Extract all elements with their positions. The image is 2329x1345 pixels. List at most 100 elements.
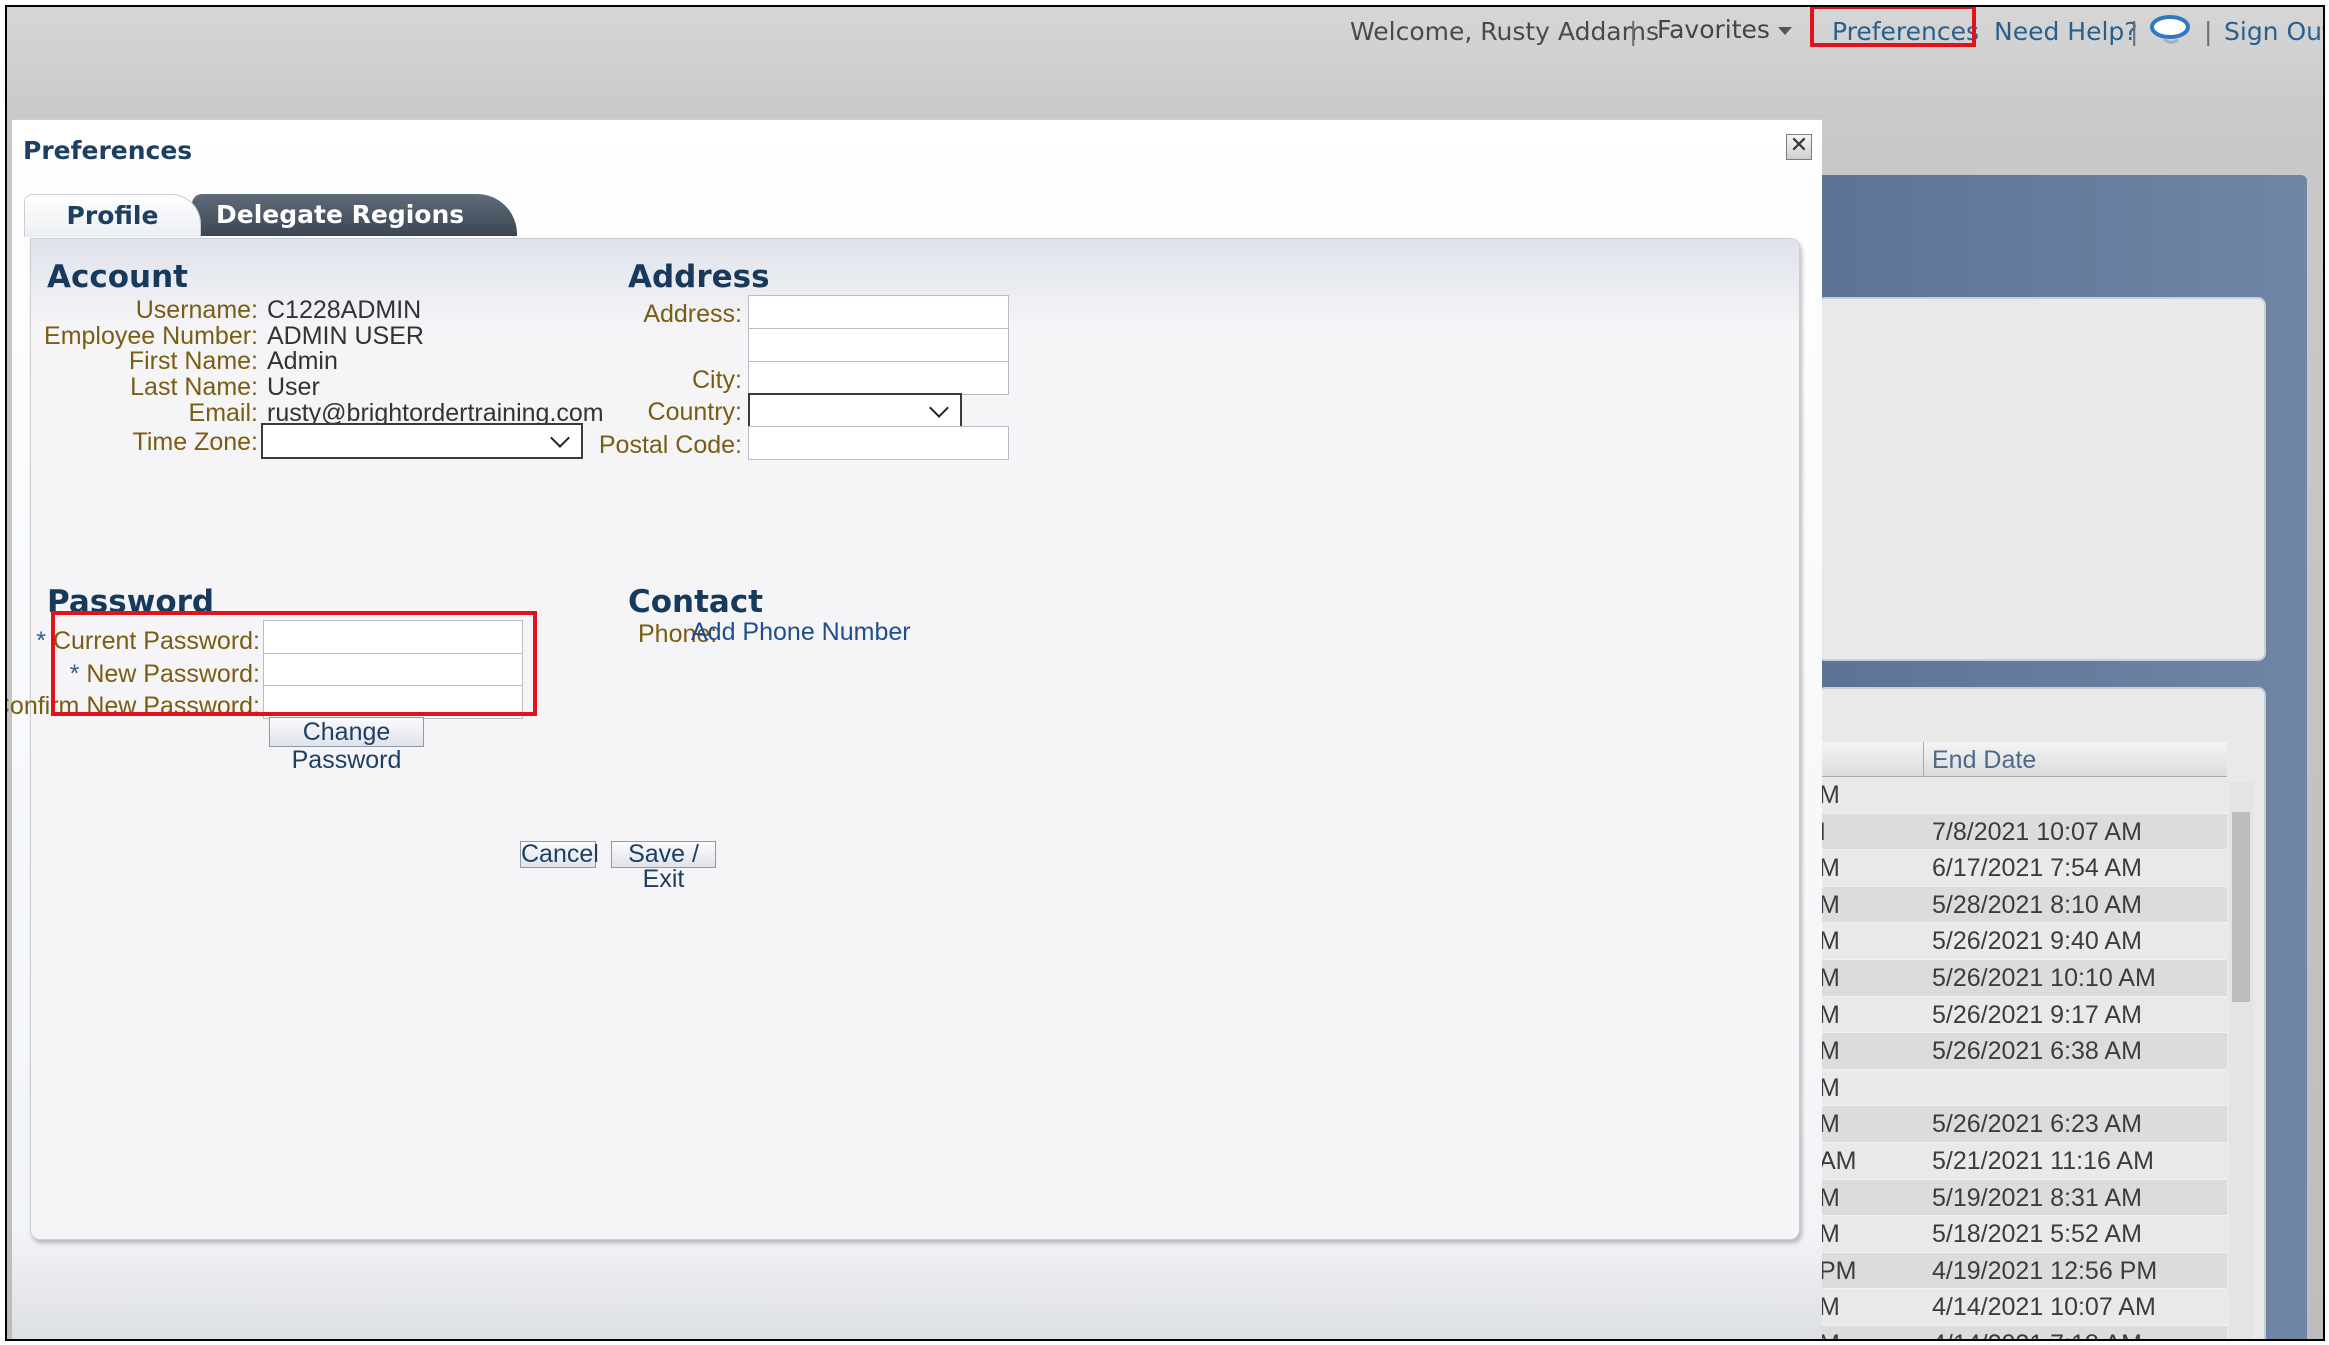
address-line2-input[interactable]	[748, 328, 1009, 362]
table-row[interactable]: M 4/14/2021 7:18 AM	[1817, 1325, 2227, 1339]
table-row[interactable]: M 5/28/2021 8:10 AM	[1817, 886, 2227, 924]
chat-bubble-icon[interactable]	[2150, 15, 2190, 45]
time-zone-select[interactable]	[261, 423, 583, 459]
dialog-title: Preferences	[23, 136, 193, 165]
end-date-cell: 4/19/2021 12:56 PM	[1932, 1256, 2158, 1285]
table-cell: M	[1819, 1330, 1840, 1339]
favorites-menu[interactable]: Favorites	[1657, 15, 1792, 44]
favorites-label: Favorites	[1657, 15, 1770, 44]
first-name-label: First Name:	[128, 347, 258, 375]
table-scrollbar[interactable]	[2229, 782, 2253, 1339]
table-header-cell	[1817, 742, 1924, 776]
username-value: C1228ADMIN	[267, 296, 422, 324]
table-row[interactable]: M	[1817, 777, 2227, 814]
table-cell: AM	[1819, 1146, 1857, 1175]
end-date-cell: 5/28/2021 8:10 AM	[1932, 890, 2142, 919]
table-cell: M	[1819, 890, 1840, 919]
table-cell: M	[1819, 1110, 1840, 1139]
postal-code-input[interactable]	[748, 426, 1009, 460]
table-row[interactable]: M 4/14/2021 10:07 AM	[1817, 1289, 2227, 1326]
password-highlight-box	[51, 611, 537, 716]
table-row[interactable]: M 5/26/2021 9:40 AM	[1817, 923, 2227, 960]
background-table: End Date M I 7/8/2021 10:07 AM M 6/17/2021 7…	[1817, 742, 2227, 1339]
last-name-value: User	[267, 373, 320, 401]
table-row[interactable]: M 5/19/2021 8:31 AM	[1817, 1179, 2227, 1217]
country-label: Country:	[647, 398, 742, 426]
tab-profile[interactable]: Profile	[24, 194, 201, 237]
table-cell: M	[1819, 854, 1840, 883]
scrollbar-thumb[interactable]	[2232, 812, 2250, 1002]
separator: |	[2130, 17, 2139, 46]
table-row[interactable]: M 5/26/2021 10:10 AM	[1817, 959, 2227, 997]
table-row[interactable]: I 7/8/2021 10:07 AM	[1817, 813, 2227, 851]
top-navigation-bar: Welcome, Rusty Addams | Favorites Prefer…	[7, 7, 2323, 65]
contact-heading: Contact	[628, 584, 764, 620]
end-date-cell: 5/26/2021 6:23 AM	[1932, 1110, 2142, 1139]
table-row[interactable]: AM 5/21/2021 11:16 AM	[1817, 1143, 2227, 1180]
username-label: Username:	[135, 296, 258, 324]
table-row[interactable]: M 5/26/2021 9:17 AM	[1817, 997, 2227, 1034]
address-heading: Address	[628, 259, 770, 295]
save-exit-button[interactable]: Save / Exit	[611, 841, 716, 892]
preferences-highlight-box	[1810, 7, 1976, 47]
end-date-cell: 6/17/2021 7:54 AM	[1932, 854, 2142, 883]
chevron-down-icon	[550, 428, 570, 448]
table-cell: M	[1819, 1000, 1840, 1029]
end-date-column-header[interactable]: End Date	[1932, 746, 2036, 775]
close-icon[interactable]: ✕	[1786, 134, 1812, 160]
email-label: Email:	[188, 399, 258, 427]
table-body: M I 7/8/2021 10:07 AM M 6/17/2021 7:54 AM M 5/…	[1817, 777, 2227, 1339]
end-date-cell: 4/14/2021 7:18 AM	[1932, 1330, 2142, 1339]
table-cell: M	[1819, 781, 1840, 809]
table-cell: M	[1819, 1037, 1840, 1066]
city-input[interactable]	[748, 361, 1009, 395]
first-name-value: Admin	[267, 347, 338, 375]
end-date-cell: 5/26/2021 10:10 AM	[1932, 963, 2156, 992]
table-cell: M	[1819, 927, 1840, 956]
separator: |	[2204, 17, 2213, 46]
background-card	[1817, 297, 2266, 661]
city-label: City:	[692, 366, 742, 394]
table-cell: M	[1819, 1183, 1840, 1212]
table-cell: M	[1819, 1220, 1840, 1249]
sign-out-link[interactable]: Sign Out	[2224, 17, 2323, 46]
table-cell: M	[1819, 963, 1840, 992]
table-cell: PM	[1819, 1256, 1857, 1285]
time-zone-label: Time Zone:	[132, 428, 258, 456]
screen: Welcome, Rusty Addams | Favorites Prefer…	[5, 5, 2325, 1341]
table-row[interactable]: M	[1817, 1070, 2227, 1107]
country-select[interactable]	[748, 393, 962, 429]
dropdown-caret-icon	[1777, 27, 1792, 35]
table-row[interactable]: M 5/18/2021 5:52 AM	[1817, 1216, 2227, 1253]
table-header: End Date	[1817, 742, 2227, 777]
table-row[interactable]: M 5/26/2021 6:23 AM	[1817, 1106, 2227, 1143]
change-password-button[interactable]: Change Password	[269, 717, 424, 774]
end-date-cell: 5/26/2021 9:40 AM	[1932, 927, 2142, 956]
table-cell: M	[1819, 1293, 1840, 1322]
cancel-button[interactable]: Cancel	[520, 841, 599, 868]
table-row[interactable]: PM 4/19/2021 12:56 PM	[1817, 1252, 2227, 1290]
end-date-cell: 5/26/2021 6:38 AM	[1932, 1037, 2142, 1066]
separator: |	[1629, 17, 1638, 46]
last-name-label: Last Name:	[130, 373, 258, 401]
end-date-cell: 5/21/2021 11:16 AM	[1932, 1146, 2154, 1175]
address-label: Address:	[643, 300, 742, 328]
end-date-cell: 5/26/2021 9:17 AM	[1932, 1000, 2142, 1029]
required-marker: *	[36, 627, 47, 655]
need-help-link[interactable]: Need Help?	[1994, 17, 2138, 46]
preferences-dialog: Preferences ✕ Delegate Regions Profile A…	[7, 119, 1822, 1339]
end-date-cell: 5/18/2021 5:52 AM	[1932, 1220, 2142, 1249]
postal-code-label: Postal Code:	[598, 431, 742, 459]
profile-panel: Account Username: C1228ADMIN Employee Nu…	[7, 238, 1800, 1240]
add-phone-number-link[interactable]: Add Phone Number	[691, 618, 911, 647]
table-row[interactable]: M 5/26/2021 6:38 AM	[1817, 1033, 2227, 1070]
tab-delegate-regions[interactable]: Delegate Regions	[192, 194, 517, 236]
end-date-cell: 7/8/2021 10:07 AM	[1932, 817, 2142, 846]
account-heading: Account	[47, 259, 188, 295]
end-date-cell: 5/19/2021 8:31 AM	[1932, 1183, 2142, 1212]
welcome-text: Welcome, Rusty Addams	[1350, 17, 1660, 46]
end-date-cell: 4/14/2021 10:07 AM	[1932, 1293, 2156, 1322]
address-line1-input[interactable]	[748, 295, 1009, 329]
table-cell: M	[1819, 1073, 1840, 1102]
table-row[interactable]: M 6/17/2021 7:54 AM	[1817, 850, 2227, 887]
